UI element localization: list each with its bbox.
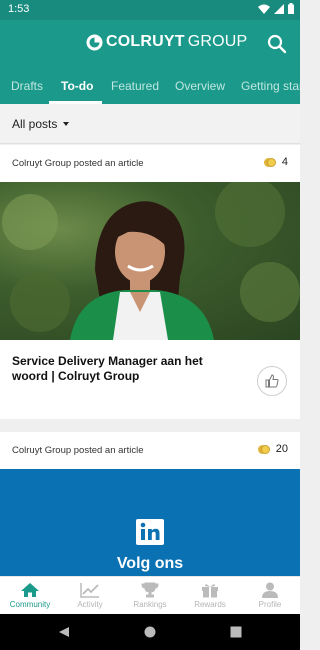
tab-drafts[interactable]: Drafts	[11, 79, 43, 93]
nav-rewards-label: Rewards	[194, 600, 226, 609]
caret-down-icon	[63, 122, 69, 126]
system-icons	[258, 3, 294, 14]
colruyt-group-logo: COLRUYT GROUP	[86, 33, 247, 51]
nav-activity[interactable]: Activity	[60, 582, 120, 609]
portrait-photo	[2, 182, 300, 340]
tab-to-do[interactable]: To-do	[61, 79, 93, 93]
wifi-icon	[258, 4, 270, 14]
coin-reward: 20	[257, 443, 288, 455]
home-icon	[21, 583, 39, 597]
post-author: Colruyt Group posted an article	[12, 445, 144, 456]
app-bar: COLRUYT GROUP	[0, 20, 300, 68]
search-icon[interactable]	[266, 33, 288, 55]
nav-community-label: Community	[9, 600, 51, 609]
coin-icon	[257, 444, 270, 454]
post-title[interactable]: Service Delivery Manager aan het woord |…	[12, 354, 242, 384]
nav-community[interactable]: Community	[0, 582, 60, 609]
recents-icon[interactable]	[230, 626, 242, 638]
logo-text-light: GROUP	[187, 33, 248, 50]
post-card[interactable]: Colruyt Group posted an article 4 Servic…	[0, 145, 300, 419]
post-header: Colruyt Group posted an article 4	[0, 145, 300, 182]
nav-activity-label: Activity	[77, 600, 103, 609]
nav-rankings-label: Rankings	[133, 600, 167, 609]
nav-profile-label: Profile	[258, 600, 282, 609]
coin-icon	[263, 157, 276, 167]
nav-profile[interactable]: Profile	[240, 582, 300, 609]
battery-icon	[288, 3, 294, 14]
coin-count: 4	[281, 156, 288, 168]
post-image[interactable]	[0, 182, 300, 340]
gift-icon	[202, 584, 218, 598]
tab-overview[interactable]: Overview	[175, 79, 225, 93]
tab-getting-started[interactable]: Getting start	[241, 79, 300, 93]
coin-reward: 4	[263, 156, 288, 168]
post-filter-dropdown[interactable]: All posts	[0, 104, 300, 144]
logo-text-bold: COLRUYT	[106, 33, 185, 50]
system-navigation-bar	[0, 614, 300, 650]
bottom-navigation: Community Activity Rankings Rewards Prof…	[0, 576, 300, 614]
coin-count: 20	[275, 443, 288, 455]
post-card[interactable]: Colruyt Group posted an article 20 Volg …	[0, 432, 300, 576]
activity-icon	[80, 583, 99, 598]
status-bar: 1:53	[0, 0, 300, 20]
nav-rewards[interactable]: Rewards	[180, 582, 240, 609]
status-time: 1:53	[8, 3, 30, 15]
like-button[interactable]	[257, 366, 287, 396]
post-header: Colruyt Group posted an article 20	[0, 432, 300, 469]
tab-featured[interactable]: Featured	[111, 79, 159, 93]
post-author: Colruyt Group posted an article	[12, 158, 144, 169]
nav-rankings[interactable]: Rankings	[120, 582, 180, 609]
tab-bar: Drafts To-do Featured Overview Getting s…	[0, 68, 300, 104]
thumbs-up-icon	[265, 374, 279, 388]
image-caption: Volg ons	[116, 555, 184, 572]
back-icon[interactable]	[58, 626, 70, 638]
signal-icon	[274, 3, 284, 14]
linkedin-icon	[136, 519, 164, 545]
post-image[interactable]: Volg ons	[0, 469, 300, 576]
filter-label: All posts	[12, 117, 58, 131]
trophy-icon	[141, 582, 159, 598]
colruyt-logo-icon	[86, 34, 103, 50]
person-icon	[262, 582, 278, 598]
home-button-icon[interactable]	[144, 626, 156, 638]
